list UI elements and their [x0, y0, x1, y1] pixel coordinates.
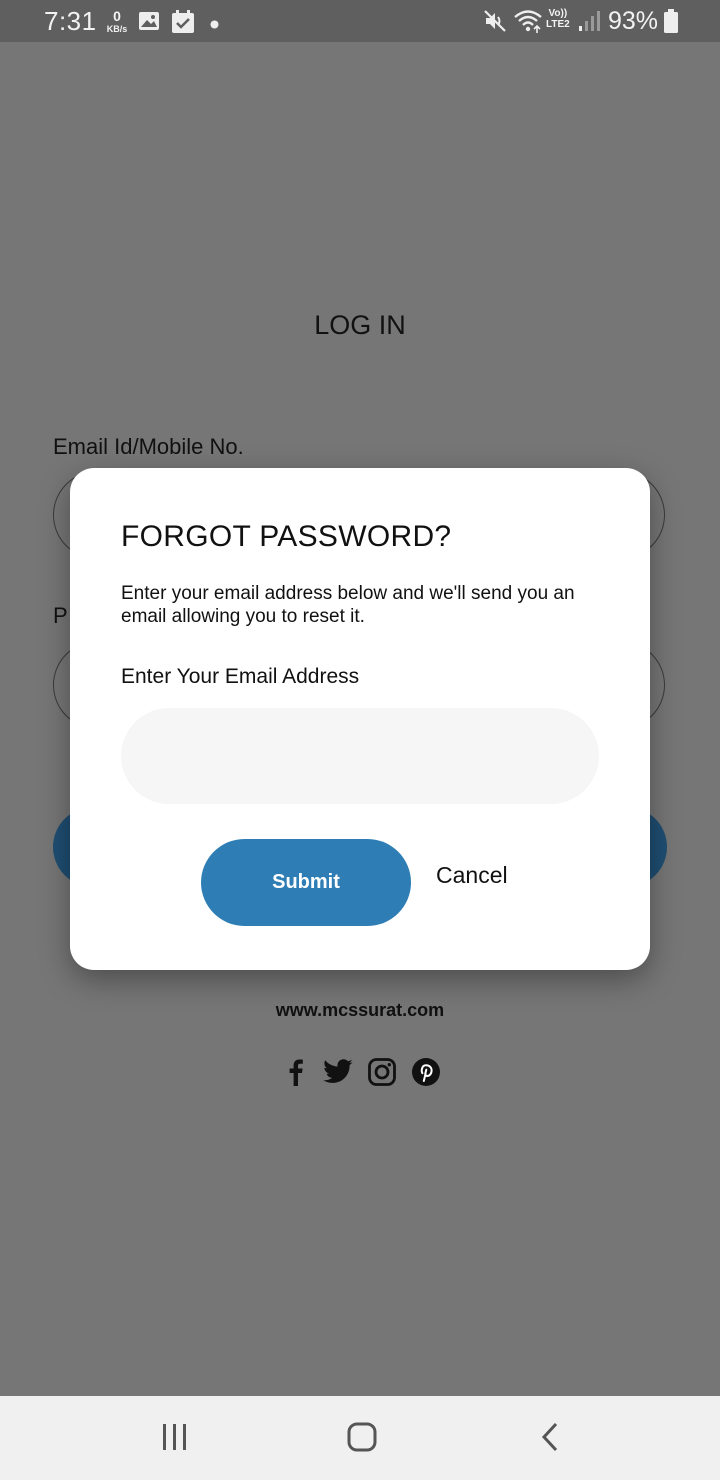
lte-top-text: Vo)) — [548, 8, 568, 19]
instagram-icon[interactable] — [366, 1056, 398, 1088]
network-speed-unit: KB/s — [106, 24, 128, 34]
recent-apps-icon[interactable] — [160, 1418, 190, 1463]
twitter-icon[interactable] — [322, 1056, 354, 1088]
email-address-label: Enter Your Email Address — [121, 665, 360, 688]
battery-icon — [664, 9, 678, 38]
back-icon[interactable] — [538, 1418, 564, 1463]
login-title: LOG IN — [314, 310, 406, 340]
navigation-bar — [0, 1396, 720, 1480]
email-label: Email Id/Mobile No. — [53, 434, 244, 459]
status-bar: 7:31 0 KB/s Vo)) LTE2 93% — [0, 0, 720, 42]
home-icon[interactable] — [346, 1418, 378, 1463]
image-icon — [138, 10, 160, 37]
calendar-icon — [171, 10, 195, 39]
battery-percentage: 93% — [608, 7, 659, 35]
forgot-password-dialog: FORGOT PASSWORD? Enter your email addres… — [70, 468, 650, 970]
website-link[interactable]: www.mcssurat.com — [0, 1000, 720, 1021]
status-time: 7:31 — [44, 6, 97, 36]
submit-button[interactable]: Submit — [201, 839, 411, 926]
network-speed: 0 KB/s — [103, 8, 131, 34]
dot-icon — [210, 16, 219, 34]
dialog-description: Enter your email address below and we'll… — [121, 583, 575, 627]
cancel-button[interactable]: Cancel — [436, 862, 508, 889]
social-links — [280, 1056, 446, 1088]
email-address-input[interactable] — [121, 708, 599, 804]
lte-bottom-text: LTE2 — [546, 19, 570, 30]
pinterest-icon[interactable] — [410, 1056, 442, 1088]
facebook-icon[interactable] — [280, 1056, 312, 1088]
dialog-title: FORGOT PASSWORD? — [121, 520, 452, 553]
password-label: P — [53, 603, 68, 628]
signal-icon — [578, 10, 600, 37]
lte-indicator: Vo)) LTE2 — [546, 8, 570, 30]
network-speed-value: 0 — [113, 8, 121, 24]
wifi-icon — [513, 8, 543, 39]
mute-icon — [483, 9, 507, 38]
